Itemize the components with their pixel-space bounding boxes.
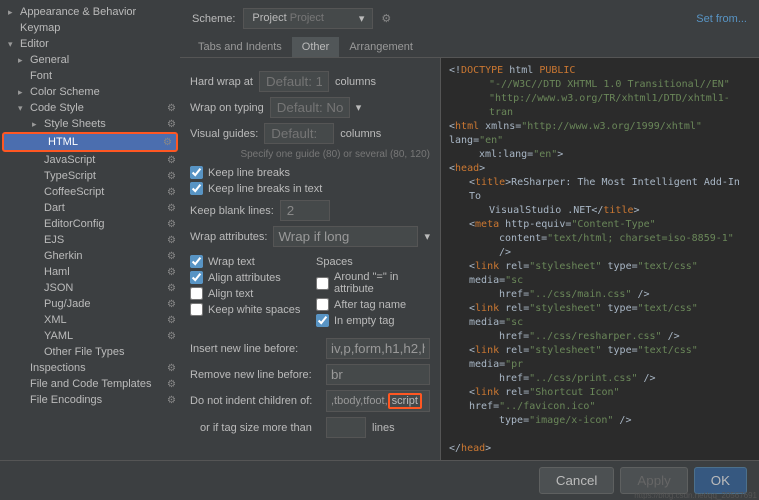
noindent-input[interactable]: ,tbody,tfoot,script <box>326 390 430 412</box>
sidebar-gherkin[interactable]: Gherkin⚙ <box>0 248 180 264</box>
wrapattr-select[interactable] <box>273 226 418 247</box>
apply-button[interactable]: Apply <box>620 467 687 494</box>
tab-other[interactable]: Other <box>292 37 340 57</box>
sidebar-inspections[interactable]: Inspections⚙ <box>0 360 180 376</box>
gear-icon: ⚙ <box>167 363 176 374</box>
ok-button[interactable]: OK <box>694 467 747 494</box>
wraptext-cb[interactable] <box>190 255 203 268</box>
keep-linebreaks-text-cb[interactable] <box>190 182 203 195</box>
sidebar-haml[interactable]: Haml⚙ <box>0 264 180 280</box>
code-preview: <!DOCTYPE html PUBLIC "-//W3C//DTD XHTML… <box>440 58 759 460</box>
sidebar-pugjade[interactable]: Pug/Jade⚙ <box>0 296 180 312</box>
gear-icon: ⚙ <box>167 119 176 130</box>
visualguides-hint: Specify one guide (80) or several (80, 1… <box>190 149 430 160</box>
sidebar-xml[interactable]: XML⚙ <box>0 312 180 328</box>
settings-panel: Hard wrap atcolumns Wrap on typing▾ Visu… <box>180 58 440 460</box>
gear-icon: ⚙ <box>167 235 176 246</box>
sidebar-editorconfig[interactable]: EditorConfig⚙ <box>0 216 180 232</box>
sidebar-font[interactable]: Font <box>0 68 180 84</box>
sidebar-javascript[interactable]: JavaScript⚙ <box>0 152 180 168</box>
sidebar-editor[interactable]: ▾Editor <box>0 36 180 52</box>
wrapontyping-select[interactable] <box>270 97 350 118</box>
aftertag-cb[interactable] <box>316 298 329 311</box>
sidebar-appearance[interactable]: ▸Appearance & Behavior <box>0 4 180 20</box>
gear-icon: ⚙ <box>167 331 176 342</box>
script-tag-highlight: script <box>388 393 422 409</box>
gear-icon: ⚙ <box>167 251 176 262</box>
gear-icon: ⚙ <box>167 299 176 310</box>
gear-icon[interactable]: ⚙ <box>381 12 391 25</box>
keep-linebreaks-cb[interactable] <box>190 166 203 179</box>
scheme-select[interactable]: Project Project ▾ <box>243 8 373 29</box>
aroundeq-cb[interactable] <box>316 277 329 290</box>
set-from-link[interactable]: Set from... <box>696 13 747 25</box>
watermark: https://blog.csdn.net/qq_20567691 <box>634 491 757 500</box>
gear-icon: ⚙ <box>167 315 176 326</box>
scheme-label: Scheme: <box>192 13 235 25</box>
sidebar-json[interactable]: JSON⚙ <box>0 280 180 296</box>
gear-icon: ⚙ <box>167 267 176 278</box>
sidebar-dart[interactable]: Dart⚙ <box>0 200 180 216</box>
gear-icon: ⚙ <box>167 203 176 214</box>
gear-icon: ⚙ <box>167 187 176 198</box>
sidebar-ejs[interactable]: EJS⚙ <box>0 232 180 248</box>
gear-icon: ⚙ <box>167 283 176 294</box>
alignattr-cb[interactable] <box>190 271 203 284</box>
insertnl-input[interactable] <box>326 338 430 359</box>
sidebar-filecodetemplates[interactable]: File and Code Templates⚙ <box>0 376 180 392</box>
sidebar-codestyle[interactable]: ▾Code Style⚙ <box>0 100 180 116</box>
sidebar-stylesheets[interactable]: ▸Style Sheets⚙ <box>0 116 180 132</box>
tab-tabs-indents[interactable]: Tabs and Indents <box>188 37 292 57</box>
gear-icon: ⚙ <box>167 219 176 230</box>
settings-sidebar: ▸Appearance & Behavior Keymap ▾Editor ▸G… <box>0 0 180 460</box>
tagsize-input[interactable] <box>326 417 366 438</box>
gear-icon: ⚙ <box>167 379 176 390</box>
hardwrap-input[interactable] <box>259 71 329 92</box>
keepws-cb[interactable] <box>190 303 203 316</box>
sidebar-keymap[interactable]: Keymap <box>0 20 180 36</box>
inempty-cb[interactable] <box>316 314 329 327</box>
sidebar-typescript[interactable]: TypeScript⚙ <box>0 168 180 184</box>
aligntext-cb[interactable] <box>190 287 203 300</box>
sidebar-coffeescript[interactable]: CoffeeScript⚙ <box>0 184 180 200</box>
gear-icon: ⚙ <box>167 395 176 406</box>
tab-arrangement[interactable]: Arrangement <box>339 37 423 57</box>
sidebar-fileencodings[interactable]: File Encodings⚙ <box>0 392 180 408</box>
gear-icon: ⚙ <box>167 103 176 114</box>
sidebar-otherfiletypes[interactable]: Other File Types <box>0 344 180 360</box>
gear-icon: ⚙ <box>163 137 172 148</box>
cancel-button[interactable]: Cancel <box>539 467 615 494</box>
gear-icon: ⚙ <box>167 155 176 166</box>
gear-icon: ⚙ <box>167 171 176 182</box>
removenl-input[interactable] <box>326 364 430 385</box>
sidebar-html[interactable]: HTML⚙ <box>2 132 178 152</box>
sidebar-colorscheme[interactable]: ▸Color Scheme <box>0 84 180 100</box>
sidebar-yaml[interactable]: YAML⚙ <box>0 328 180 344</box>
sidebar-general[interactable]: ▸General <box>0 52 180 68</box>
visualguides-input[interactable] <box>264 123 334 144</box>
keepblank-input[interactable] <box>280 200 330 221</box>
